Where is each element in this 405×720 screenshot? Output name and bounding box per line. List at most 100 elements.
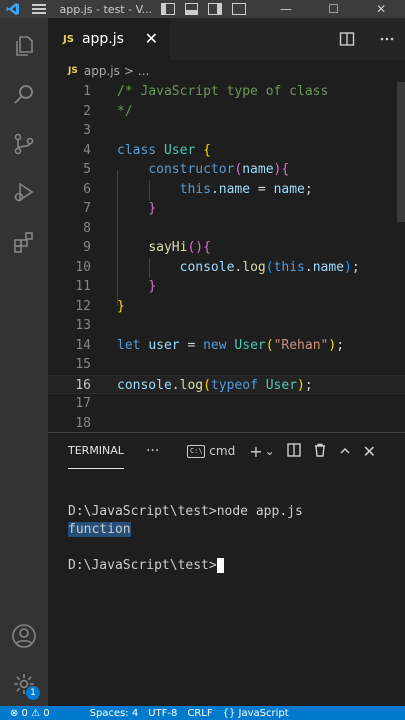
close-panel-icon[interactable]: ✕ bbox=[363, 442, 376, 461]
code-editor[interactable]: 1 /* JavaScript type of class 2 */ 3 4 class U… bbox=[48, 82, 405, 431]
menu-button[interactable] bbox=[26, 0, 52, 18]
editor-tab-bar: JS app.js ✕ bbox=[48, 18, 405, 60]
activity-bar bbox=[0, 18, 48, 706]
close-window-button[interactable]: ✕ bbox=[357, 2, 405, 16]
code-text: } bbox=[117, 199, 156, 219]
source-control-icon[interactable] bbox=[10, 130, 38, 158]
vscode-logo-icon bbox=[0, 0, 26, 18]
line-number: 1 bbox=[83, 84, 91, 99]
line-number: 17 bbox=[75, 396, 91, 411]
split-editor-icon[interactable] bbox=[339, 31, 355, 47]
code-text: console.log(this.name); bbox=[117, 258, 360, 278]
hamburger-icon bbox=[31, 4, 46, 14]
line-number: 18 bbox=[75, 415, 91, 431]
breadcrumb-symbols[interactable]: ... bbox=[138, 64, 149, 78]
code-text: this.name = name; bbox=[117, 180, 313, 200]
toggle-secondary-sidebar-button[interactable] bbox=[208, 3, 223, 15]
code-text: constructor(name){ bbox=[117, 160, 289, 180]
toggle-panel-button[interactable] bbox=[184, 3, 199, 15]
run-debug-icon[interactable] bbox=[10, 178, 38, 206]
code-token: log bbox=[242, 259, 266, 275]
search-icon[interactable] bbox=[10, 80, 38, 108]
split-terminal-icon[interactable] bbox=[286, 442, 301, 461]
code-token: ( bbox=[203, 377, 211, 393]
window-title: app.js - test - V... bbox=[59, 2, 151, 16]
maximize-button[interactable]: ☐ bbox=[310, 2, 358, 16]
account-icon[interactable] bbox=[10, 622, 38, 650]
terminal-output[interactable]: D:\JavaScript\test>node app.js function … bbox=[68, 503, 303, 575]
line-number: 7 bbox=[83, 201, 91, 216]
code-line[interactable]: 1 /* JavaScript type of class bbox=[48, 82, 405, 102]
line-number: 9 bbox=[83, 240, 91, 255]
close-tab-icon[interactable]: ✕ bbox=[145, 29, 158, 48]
terminal-command-line: D:\JavaScript\test>node app.js bbox=[68, 504, 303, 519]
more-views-icon[interactable]: ··· bbox=[146, 443, 159, 459]
code-line[interactable]: 7 } bbox=[48, 199, 405, 219]
code-line[interactable]: 18 bbox=[48, 414, 405, 434]
code-token: = bbox=[250, 181, 274, 197]
code-token: let bbox=[117, 337, 141, 353]
code-token: . bbox=[304, 259, 313, 275]
code-line[interactable]: 11 } bbox=[48, 277, 405, 297]
code-token: () bbox=[187, 240, 204, 255]
code-token: /* JavaScript type of class bbox=[117, 84, 329, 99]
chevron-down-icon[interactable]: ⌄ bbox=[265, 444, 275, 458]
code-token: sayHi bbox=[148, 240, 188, 255]
language-status[interactable]: {} JavaScript bbox=[223, 708, 289, 719]
code-token: constructor bbox=[148, 162, 235, 177]
trash-icon[interactable] bbox=[313, 442, 327, 461]
code-line[interactable]: 3 bbox=[48, 121, 405, 141]
breadcrumb-file[interactable]: app.js bbox=[84, 64, 120, 78]
extensions-icon[interactable] bbox=[10, 228, 38, 256]
terminal-prompt-line: D:\JavaScript\test> bbox=[68, 557, 303, 575]
line-number: 5 bbox=[83, 162, 91, 177]
terminal-icon: C:\ bbox=[187, 444, 206, 458]
code-token: ; bbox=[304, 377, 313, 393]
code-token: User bbox=[163, 142, 196, 158]
terminal-output-text: function bbox=[68, 522, 131, 537]
code-line[interactable]: 5 constructor(name){ bbox=[48, 160, 405, 180]
new-terminal-icon[interactable]: + bbox=[249, 442, 262, 461]
files-icon[interactable] bbox=[10, 32, 38, 60]
encoding-status[interactable]: UTF-8 bbox=[148, 708, 177, 719]
code-token: class bbox=[117, 142, 157, 158]
code-line[interactable]: 16 console.log(typeof User); bbox=[48, 374, 405, 394]
tab-terminal[interactable]: TERMINAL bbox=[68, 433, 124, 469]
code-line[interactable]: 15 bbox=[48, 355, 405, 375]
code-line[interactable]: 4 class User { bbox=[48, 141, 405, 161]
code-line[interactable]: 9 sayHi(){ bbox=[48, 238, 405, 258]
code-line[interactable]: 2 */ bbox=[48, 102, 405, 122]
chevron-up-icon[interactable] bbox=[339, 442, 351, 461]
terminal-name[interactable]: cmd bbox=[209, 444, 235, 458]
problems-status[interactable]: ⊗ 0 ⚠ 0 bbox=[10, 708, 50, 719]
code-line[interactable]: 13 bbox=[48, 316, 405, 336]
code-line[interactable]: 12} bbox=[48, 297, 405, 317]
code-token: typeof bbox=[210, 377, 258, 393]
tab-app-js[interactable]: JS app.js ✕ bbox=[48, 18, 170, 60]
code-token: this bbox=[179, 181, 211, 197]
customize-layout-button[interactable] bbox=[232, 3, 247, 15]
notification-badge: 1 bbox=[26, 686, 40, 700]
terminal-cursor bbox=[216, 558, 224, 573]
line-number: 13 bbox=[75, 318, 91, 333]
code-line[interactable]: 17 bbox=[48, 394, 405, 414]
more-actions-icon[interactable] bbox=[379, 31, 395, 47]
code-line[interactable]: 8 bbox=[48, 219, 405, 239]
code-line[interactable]: 14 let user = new User("Rehan"); bbox=[48, 336, 405, 356]
code-text: let user = new User("Rehan"); bbox=[117, 336, 344, 356]
code-token: new bbox=[203, 337, 227, 353]
indentation-status[interactable]: Spaces: 4 bbox=[90, 708, 139, 719]
code-token: ; bbox=[304, 181, 313, 197]
eol-status[interactable]: CRLF bbox=[187, 708, 212, 719]
toggle-sidebar-button[interactable] bbox=[160, 3, 175, 15]
terminal-prompt: D:\JavaScript\test> bbox=[68, 558, 217, 573]
minimize-button[interactable]: — bbox=[262, 2, 310, 16]
code-text: } bbox=[117, 297, 125, 317]
code-line[interactable]: 10 console.log(this.name); bbox=[48, 258, 405, 278]
code-token: log bbox=[179, 377, 204, 393]
code-token: name bbox=[273, 181, 305, 197]
code-line[interactable]: 6 this.name = name; bbox=[48, 180, 405, 200]
